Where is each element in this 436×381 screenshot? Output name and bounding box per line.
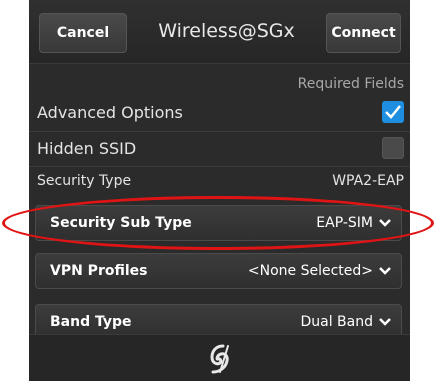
advanced-options-row[interactable]: Advanced Options [37, 99, 404, 125]
dropdown-label: Band Type [50, 314, 132, 330]
header-bar: Cancel Wireless@SGx Connect [29, 0, 410, 64]
chevron-down-icon [379, 267, 391, 275]
page-title: Wireless@SGx [158, 20, 295, 42]
divider [29, 166, 410, 167]
dropdown-label: VPN Profiles [50, 263, 148, 279]
divider [29, 131, 410, 132]
chevron-down-icon [379, 219, 391, 227]
security-sub-type-dropdown[interactable]: Security Sub Type EAP-SIM [35, 205, 402, 241]
hidden-ssid-label: Hidden SSID [37, 138, 137, 158]
connect-button[interactable]: Connect [326, 13, 401, 53]
hidden-ssid-checkbox[interactable] [382, 137, 404, 159]
blackberry-logo-icon[interactable] [206, 343, 234, 375]
hidden-ssid-row[interactable]: Hidden SSID [37, 135, 404, 161]
vpn-profiles-dropdown[interactable]: VPN Profiles <None Selected> [35, 253, 402, 289]
dropdown-value: EAP-SIM [316, 215, 373, 231]
required-fields-label: Required Fields [297, 76, 404, 92]
security-type-row: Security Type WPA2-EAP [37, 168, 404, 194]
checkmark-icon [385, 105, 401, 119]
wifi-settings-screen: Cancel Wireless@SGx Connect Required Fie… [29, 0, 410, 381]
advanced-options-label: Advanced Options [37, 102, 183, 122]
dropdown-label: Security Sub Type [50, 215, 192, 231]
advanced-options-checkbox[interactable] [382, 101, 404, 123]
cancel-button[interactable]: Cancel [39, 13, 127, 53]
security-type-value: WPA2-EAP [332, 173, 404, 189]
dropdown-value: Dual Band [300, 314, 373, 330]
action-bar [29, 334, 410, 381]
dropdown-value: <None Selected> [247, 263, 373, 279]
chevron-down-icon [379, 318, 391, 326]
security-type-label: Security Type [37, 173, 132, 189]
